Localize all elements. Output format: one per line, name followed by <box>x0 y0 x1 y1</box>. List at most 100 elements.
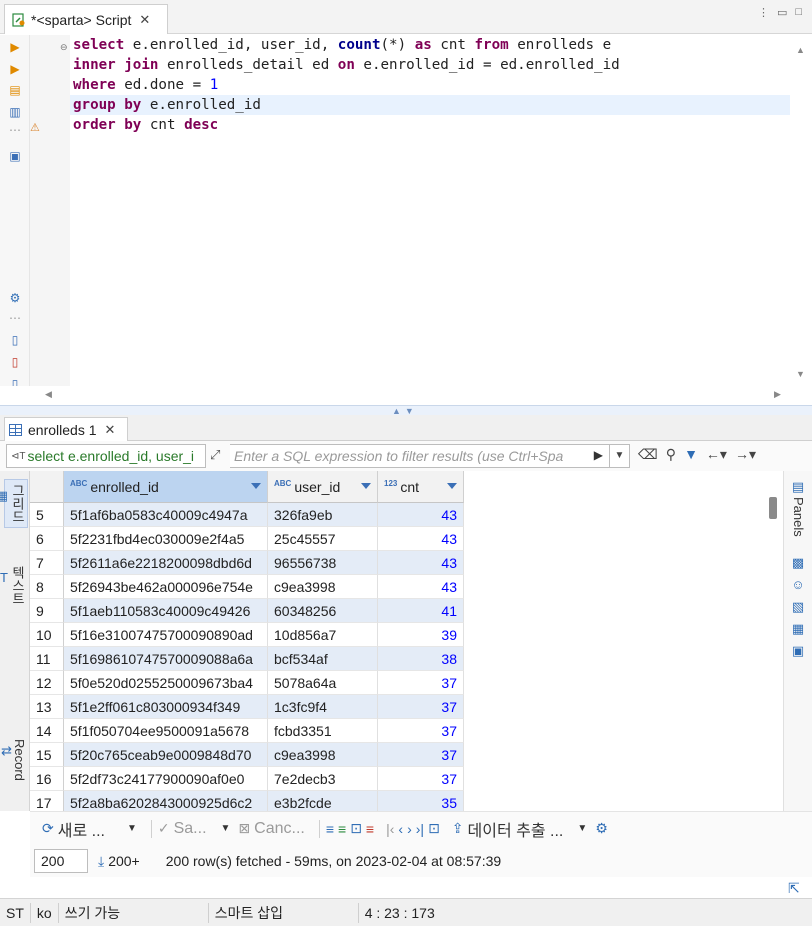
sort-icon[interactable] <box>251 483 261 489</box>
cell-user-id[interactable]: 7e2decb3 <box>268 767 378 791</box>
cell-user-id[interactable]: 96556738 <box>268 551 378 575</box>
column-header-enrolled-id[interactable]: ABC enrolled_id <box>64 471 268 503</box>
execute-new-tab-icon[interactable]: ▶ <box>8 62 22 76</box>
table-row[interactable]: 17 5f2a8ba6202843000925d6c2 e3b2fcde 35 <box>30 791 464 811</box>
tab-grid[interactable]: 그리드 ▦ <box>0 479 28 528</box>
row-number[interactable]: 6 <box>30 527 64 551</box>
fold-toggle-icon[interactable]: ⊖ <box>60 42 68 53</box>
fetch-next-icon[interactable]: ⤓ <box>98 853 104 870</box>
export-file-icon[interactable]: ▯ <box>8 333 22 347</box>
cell-cnt[interactable]: 43 <box>378 527 464 551</box>
more-icon-2[interactable]: ⋯ <box>8 311 22 325</box>
last-page-icon[interactable]: ›| <box>416 821 424 837</box>
back-icon[interactable]: ←▾ <box>706 446 727 463</box>
table-row[interactable]: 13 5f1e2ff061c803000934f349 1c3fc9f4 37 <box>30 695 464 719</box>
filter-settings-icon[interactable]: ⚲ <box>666 446 676 463</box>
scroll-left-icon[interactable]: ◀ <box>45 389 52 400</box>
fetch-all-button[interactable]: 200+ <box>108 853 140 869</box>
cell-user-id[interactable]: 326fa9eb <box>268 503 378 527</box>
table-row[interactable]: 5 5f1af6ba0583c40009c4947a 326fa9eb 43 <box>30 503 464 527</box>
scroll-right-icon[interactable]: ▶ <box>774 389 781 400</box>
export-data-button[interactable]: ⇪ 데이터 추출 ... ▼ <box>452 817 587 841</box>
execute-script-icon[interactable]: ▤ <box>8 83 22 97</box>
panel-toggle-icon[interactable]: ⇱ <box>788 880 800 897</box>
filter-history-dropdown-icon[interactable]: ▼ <box>609 445 629 467</box>
row-number[interactable]: 7 <box>30 551 64 575</box>
execute-statement-icon[interactable]: ▶ <box>8 40 22 54</box>
row-number[interactable]: 8 <box>30 575 64 599</box>
row-number[interactable]: 9 <box>30 599 64 623</box>
table-row[interactable]: 12 5f0e520d0255250009673ba4 5078a64a 37 <box>30 671 464 695</box>
more-icon[interactable]: ⋯ <box>8 123 22 137</box>
cell-user-id[interactable]: bcf534af <box>268 647 378 671</box>
cell-cnt[interactable]: 37 <box>378 671 464 695</box>
code-text[interactable]: select e.enrolled_id, user_id, count(*) … <box>70 35 790 135</box>
cell-user-id[interactable]: c9ea3998 <box>268 743 378 767</box>
cell-cnt[interactable]: 43 <box>378 575 464 599</box>
settings-gear-icon[interactable]: ⚙ <box>8 291 22 305</box>
cell-cnt[interactable]: 37 <box>378 695 464 719</box>
script-tab[interactable]: *<sparta> Script ✕ <box>4 4 168 34</box>
new-row-button[interactable]: ⟳ 새로 ... ▼ <box>42 817 137 841</box>
panels-icon[interactable]: ▤ <box>790 479 806 495</box>
code-line[interactable]: where ed.done = 1 <box>70 75 790 95</box>
first-page-icon[interactable]: |‹ <box>386 821 394 837</box>
cancel-button[interactable]: ⊠ Canc... <box>238 820 304 838</box>
code-line[interactable]: inner join enrolleds_detail ed on e.enro… <box>70 55 790 75</box>
file-error-icon[interactable]: ▯ <box>8 355 22 369</box>
column-header-user-id[interactable]: ABC user_id <box>268 471 378 503</box>
cell-cnt[interactable]: 38 <box>378 647 464 671</box>
maximize-icon[interactable]: □ <box>795 6 802 19</box>
next-page-icon[interactable]: › <box>407 821 412 837</box>
metadata-icon[interactable]: ▧ <box>790 599 806 615</box>
table-row[interactable]: 6 5f2231fbd4ec030009e2f4a5 25c45557 43 <box>30 527 464 551</box>
cell-cnt[interactable]: 43 <box>378 503 464 527</box>
cell-user-id[interactable]: 10d856a7 <box>268 623 378 647</box>
row-number[interactable]: 14 <box>30 719 64 743</box>
cell-enrolled-id[interactable]: 5f1af6ba0583c40009c4947a <box>64 503 268 527</box>
forward-icon[interactable]: →▾ <box>735 446 756 463</box>
minimize-icon[interactable]: ▭ <box>777 6 787 19</box>
cell-cnt[interactable]: 43 <box>378 551 464 575</box>
cell-user-id[interactable]: 25c45557 <box>268 527 378 551</box>
table-row[interactable]: 9 5f1aeb110583c40009c49426 60348256 41 <box>30 599 464 623</box>
cell-user-id[interactable]: e3b2fcde <box>268 791 378 811</box>
scroll-down-icon[interactable]: ▼ <box>796 369 805 379</box>
add-row-icon[interactable]: ≡ <box>338 821 346 837</box>
cell-cnt[interactable]: 35 <box>378 791 464 811</box>
layout-icon[interactable]: ▣ <box>790 643 806 659</box>
cell-enrolled-id[interactable]: 5f26943be462a000096e754e <box>64 575 268 599</box>
cell-enrolled-id[interactable]: 5f2611a6e2218200098dbd6d <box>64 551 268 575</box>
grid-vertical-scrollbar[interactable] <box>763 471 783 811</box>
cell-user-id[interactable]: 5078a64a <box>268 671 378 695</box>
cell-enrolled-id[interactable]: 5f1aeb110583c40009c49426 <box>64 599 268 623</box>
row-number-header[interactable] <box>30 471 64 503</box>
code-line[interactable]: group by e.enrolled_id <box>70 95 790 115</box>
emoji-icon[interactable]: ☺ <box>790 577 806 593</box>
code-line[interactable]: order by cnt desc <box>70 115 790 135</box>
erase-filter-icon[interactable]: ⌫ <box>638 446 658 463</box>
calc-icon[interactable]: ▦ <box>790 621 806 637</box>
cell-cnt[interactable]: 37 <box>378 719 464 743</box>
cell-cnt[interactable]: 37 <box>378 743 464 767</box>
editor-horizontal-scrollbar[interactable]: ◀ ▶ <box>0 386 812 406</box>
cell-enrolled-id[interactable]: 5f2a8ba6202843000925d6c2 <box>64 791 268 811</box>
editor-vertical-scrollbar[interactable]: ▲ ▼ <box>790 35 812 405</box>
row-number[interactable]: 11 <box>30 647 64 671</box>
cell-enrolled-id[interactable]: 5f0e520d0255250009673ba4 <box>64 671 268 695</box>
cell-enrolled-id[interactable]: 5f16e31007475700090890ad <box>64 623 268 647</box>
view-menu-icon[interactable]: ⋮ <box>758 6 769 19</box>
table-row[interactable]: 8 5f26943be462a000096e754e c9ea3998 43 <box>30 575 464 599</box>
fit-icon[interactable]: ⊡ <box>428 820 440 837</box>
table-row[interactable]: 14 5f1f050704ee9500091a5678 fcbd3351 37 <box>30 719 464 743</box>
cell-enrolled-id[interactable]: 5f20c765ceab9e0009848d70 <box>64 743 268 767</box>
filter-icon[interactable]: ▼ <box>684 446 698 463</box>
row-number[interactable]: 5 <box>30 503 64 527</box>
cell-enrolled-id[interactable]: 5f1698610747570009088a6a <box>64 647 268 671</box>
chevron-down-icon[interactable]: ▼ <box>127 823 137 834</box>
warning-icon[interactable]: ⚠ <box>30 121 40 134</box>
table-row[interactable]: 16 5f2df73c24177900090af0e0 7e2decb3 37 <box>30 767 464 791</box>
table-row[interactable]: 10 5f16e31007475700090890ad 10d856a7 39 <box>30 623 464 647</box>
editor-results-splitter[interactable]: ▲▼ <box>0 405 812 416</box>
code-line[interactable]: select e.enrolled_id, user_id, count(*) … <box>70 35 790 55</box>
